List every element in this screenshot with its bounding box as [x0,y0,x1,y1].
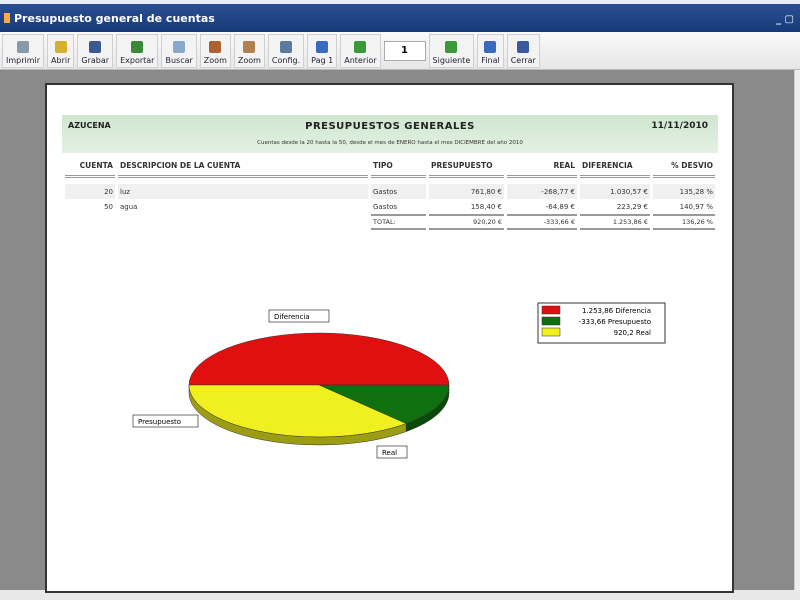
final-button[interactable]: Final [477,33,504,68]
legend-swatch [541,327,561,337]
cell: Gastos [371,184,426,199]
pie-slice-diferencia [188,332,450,386]
col-descripcion: DESCRIPCION DE LA CUENTA [118,159,368,178]
pie-chart: Diferencia Presupuesto Real 1.253,86 Difere… [132,302,666,459]
col-presupuesto: PRESUPUESTO [429,159,504,178]
cerrar-button[interactable]: Cerrar [506,33,540,68]
buscar-button[interactable]: Buscar [161,33,197,68]
button-label: Cerrar [510,55,536,65]
button-label: Siguiente [432,55,471,65]
cell: 158,40 € [470,202,502,211]
button-label: Buscar [165,55,193,65]
callout-label-real: Real [382,449,397,457]
button-label: Final [481,55,500,65]
col-tipo: TIPO [371,159,426,178]
window-title: Presupuesto general de cuentas [14,11,215,25]
zoom-button[interactable]: Zoom [233,33,265,68]
button-label: Abrir [51,55,71,65]
zoom-out-icon [243,40,256,53]
col-cuenta: CUENTA [65,159,115,178]
title-bar: Presupuesto general de cuentas _ ▢ [0,0,800,32]
total-desvio: 136,26 % [653,214,715,230]
vertical-scrollbar[interactable] [794,70,800,590]
imprimir-button[interactable]: Imprimir [2,33,45,68]
pag-1-button[interactable]: Pag 1 [307,33,338,68]
app-icon [4,13,10,23]
button-label: Config. [271,55,301,65]
siguiente-button[interactable]: Siguiente [428,33,475,68]
cell: agua [120,202,138,211]
export-icon [131,40,144,53]
budget-table: CUENTA DESCRIPCION DE LA CUENTA TIPO PRE… [62,159,718,230]
legend-swatch [541,316,561,326]
report-title: PRESUPUESTOS GENERALES [305,121,475,132]
total-presupuesto: 920,20 € [429,214,504,230]
button-label: Exportar [120,55,155,65]
cell: 50 [104,202,113,211]
close-door-icon [517,40,530,53]
toolbar: Imprimir Abrir Grabar Exportar Buscar Zoom Zoo… [0,32,800,70]
previous-icon [354,40,367,53]
legend-entry: 920,2 Real [614,329,651,337]
cell: 1.030,57 € [580,184,650,199]
col-real: REAL [507,159,577,178]
button-label: Zoom [237,55,261,65]
total-row: TOTAL: 920,20 € -333,66 €1.253,86 €136,26 … [65,214,715,230]
cell: luz [118,184,368,199]
total-real: -333,66 € [507,214,577,230]
report-subtitle: Cuentas desde la 20 hasta la 50, desde e… [257,140,523,146]
cell: 20 [65,184,115,199]
legend-entry: 1.253,86 Diferencia [582,307,651,315]
button-label: Zoom [203,55,227,65]
cell: -64,89 € [545,202,575,211]
printer-icon [17,40,30,53]
abrir-button[interactable]: Abrir [47,33,75,68]
last-page-icon [484,40,497,53]
col-desvio: % DESVIO [653,159,715,178]
cell: -268,77 € [507,184,577,199]
config-icon [280,40,293,53]
button-label: Anterior [344,55,377,65]
search-icon [173,40,186,53]
callout-label-diferencia: Diferencia [274,313,310,321]
first-page-icon [316,40,329,53]
cell: Gastos [373,202,398,211]
cell: 761,80 € [429,184,504,199]
legend-entry: -333,66 Presupuesto [579,318,651,326]
report-date: 11/11/2010 [651,121,708,131]
col-diferencia: DIFERENCIA [580,159,650,178]
zoom-in-icon [209,40,222,53]
total-label: TOTAL: [371,214,426,230]
button-label: Imprimir [6,55,41,65]
folder-open-icon [54,40,67,53]
total-diferencia: 1.253,86 € [580,214,650,230]
report-header: AZUCENA PRESUPUESTOS GENERALES 11/11/201… [62,115,718,153]
table-row: 20 luz Gastos 761,80 € -268,77 €1.030,57 €13… [65,184,715,199]
zoom-button[interactable]: Zoom [199,33,231,68]
button-label: Grabar [81,55,110,65]
page-number-input[interactable]: 1 [383,40,426,61]
cell: 223,29 € [616,202,648,211]
next-icon [445,40,458,53]
anterior-button[interactable]: Anterior [340,33,381,68]
button-label: Pag 1 [311,55,334,65]
legend-swatch [541,305,561,315]
report-page: AZUCENA PRESUPUESTOS GENERALES 11/11/201… [45,83,734,593]
config-button[interactable]: Config. [267,33,305,68]
callout-label-presupuesto: Presupuesto [138,418,181,426]
grabar-button[interactable]: Grabar [77,33,114,68]
table-row: 50 agua Gastos 158,40 € -64,89 € 223,29 € 140,… [65,199,715,214]
exportar-button[interactable]: Exportar [116,33,159,68]
save-icon [89,40,102,53]
cell: 140,97 % [679,202,713,211]
cell: 135,28 % [653,184,715,199]
window-controls[interactable]: _ ▢ [776,14,794,25]
